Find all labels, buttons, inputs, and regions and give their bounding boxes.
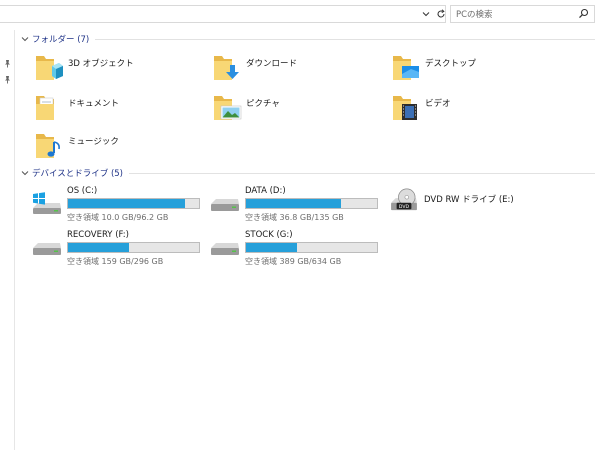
chevron-down-icon[interactable]: [20, 34, 30, 44]
drive-free-space: 空き領域 36.8 GB/135 GB: [245, 213, 344, 222]
chevron-down-icon: [422, 12, 429, 17]
folder-downloads[interactable]: ダウンロード: [212, 52, 297, 90]
hard-drive-icon: [211, 199, 239, 211]
drive-usage-fill: [68, 199, 186, 208]
dvd-drive-icon: DVD: [391, 188, 417, 211]
3d-objects-icon: [36, 56, 63, 80]
pin-icon[interactable]: [3, 59, 12, 68]
refresh-icon: [437, 9, 445, 18]
address-bar-area: PCの検索: [0, 0, 600, 30]
folder-pictures[interactable]: ピクチャ: [212, 92, 280, 130]
drive-g[interactable]: STOCK (G:) 空き領域 389 GB/634 GB: [210, 230, 380, 266]
folder-label: ミュージック: [68, 137, 119, 147]
chevron-down-icon[interactable]: [20, 168, 30, 178]
folder-documents[interactable]: ドキュメント: [34, 92, 119, 130]
folder-label: デスクトップ: [425, 59, 477, 69]
drive-usage-bar: [245, 198, 378, 209]
folder-label: 3D オブジェクト: [68, 59, 134, 69]
drive-name: OS (C:): [67, 186, 98, 196]
address-history-button[interactable]: [418, 5, 433, 23]
drive-usage-fill: [68, 243, 129, 252]
drive-name: RECOVERY (F:): [67, 230, 129, 240]
pictures-icon: [214, 96, 242, 120]
music-icon: [36, 134, 60, 158]
drive-e[interactable]: DVD DVD RW ドライブ (E:): [389, 186, 589, 222]
drive-usage-fill: [246, 243, 297, 252]
group-label: デバイスとドライブ (5): [32, 169, 123, 179]
documents-icon: [36, 96, 54, 120]
divider: [129, 172, 595, 174]
devices-group-header[interactable]: デバイスとドライブ (5): [20, 167, 595, 179]
folders-group-header[interactable]: フォルダー (7): [20, 33, 595, 45]
group-label: フォルダー (7): [32, 35, 90, 45]
desktop-icon: [393, 56, 419, 80]
divider: [95, 38, 595, 40]
search-placeholder: PCの検索: [456, 10, 493, 20]
pin-icon[interactable]: [3, 75, 12, 84]
drive-usage-fill: [246, 199, 342, 208]
drive-f[interactable]: RECOVERY (F:) 空き領域 159 GB/296 GB: [32, 230, 202, 266]
drive-name: DVD RW ドライブ (E:): [424, 195, 514, 205]
drive-usage-bar: [245, 242, 378, 253]
folder-label: ドキュメント: [68, 99, 120, 109]
drive-c[interactable]: OS (C:) 空き領域 10.0 GB/96.2 GB: [32, 186, 202, 222]
hard-drive-icon: [211, 243, 239, 255]
refresh-button[interactable]: [433, 5, 448, 23]
search-input[interactable]: PCの検索: [450, 5, 595, 23]
drive-free-space: 空き領域 389 GB/634 GB: [245, 257, 342, 266]
navigation-pane: [0, 30, 15, 450]
folder-music[interactable]: ミュージック: [34, 130, 119, 168]
folder-videos[interactable]: ビデオ: [391, 92, 451, 130]
folder-label: ピクチャ: [246, 99, 280, 109]
address-bar[interactable]: [0, 5, 446, 23]
folder-label: ダウンロード: [246, 59, 298, 69]
drive-name: DATA (D:): [245, 186, 286, 196]
drive-usage-bar: [67, 242, 200, 253]
folder-desktop[interactable]: デスクトップ: [391, 52, 476, 90]
drive-free-space: 空き領域 10.0 GB/96.2 GB: [67, 213, 169, 222]
svg-text:DVD: DVD: [399, 204, 410, 210]
folder-label: ビデオ: [425, 99, 451, 109]
drive-d[interactable]: DATA (D:) 空き領域 36.8 GB/135 GB: [210, 186, 380, 222]
drive-name: STOCK (G:): [245, 230, 293, 240]
downloads-icon: [214, 56, 239, 80]
search-icon[interactable]: [578, 8, 589, 19]
drive-usage-bar: [67, 198, 200, 209]
drive-free-space: 空き領域 159 GB/296 GB: [67, 257, 164, 266]
folder-3d-objects[interactable]: 3D オブジェクト: [34, 52, 134, 90]
videos-icon: [393, 96, 417, 120]
hard-drive-icon: [33, 243, 61, 255]
windows-drive-icon: [33, 192, 61, 214]
